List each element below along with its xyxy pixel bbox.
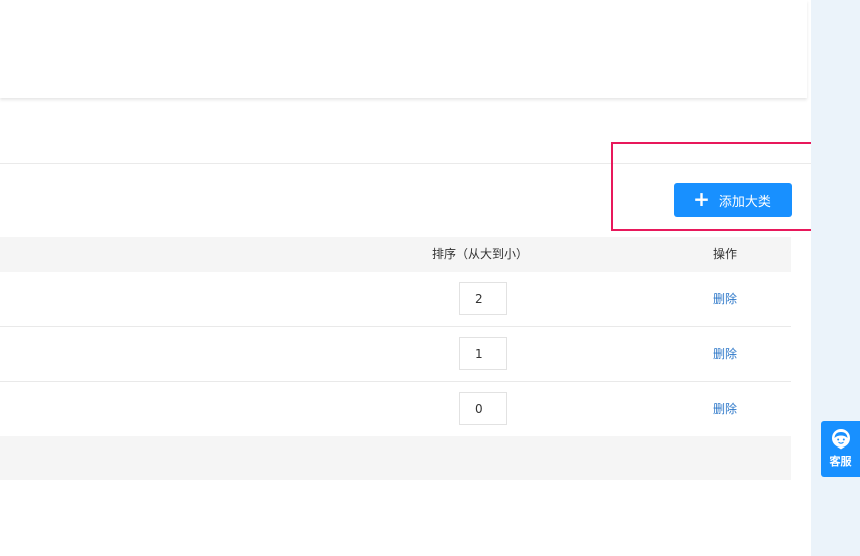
table-row: 删除 [0, 272, 791, 327]
table-header: 排序（从大到小） 操作 [0, 237, 791, 272]
customer-service-icon [832, 429, 850, 450]
customer-service-button[interactable]: 客服 [821, 421, 860, 477]
section-divider [0, 163, 811, 164]
sort-order-input[interactable] [459, 392, 507, 425]
plus-icon: + [693, 187, 710, 211]
column-header-sort: 排序（从大到小） [431, 247, 528, 261]
delete-link[interactable]: 删除 [675, 327, 775, 381]
main-content: + 添加大类 排序（从大到小） 操作 删除 删除 删除 [0, 0, 811, 556]
column-header-action: 操作 [712, 247, 737, 261]
add-category-button[interactable]: + 添加大类 [674, 183, 792, 217]
header-card [0, 0, 807, 98]
table-footer [0, 436, 791, 480]
customer-service-label: 客服 [829, 455, 852, 468]
table-row: 删除 [0, 382, 791, 437]
sort-order-input[interactable] [459, 337, 507, 370]
delete-link[interactable]: 删除 [675, 272, 775, 326]
page: + 添加大类 排序（从大到小） 操作 删除 删除 删除 [0, 0, 860, 556]
add-category-label: 添加大类 [718, 194, 771, 210]
sort-order-input[interactable] [459, 282, 507, 315]
table-row: 删除 [0, 327, 791, 382]
delete-link[interactable]: 删除 [675, 382, 775, 436]
